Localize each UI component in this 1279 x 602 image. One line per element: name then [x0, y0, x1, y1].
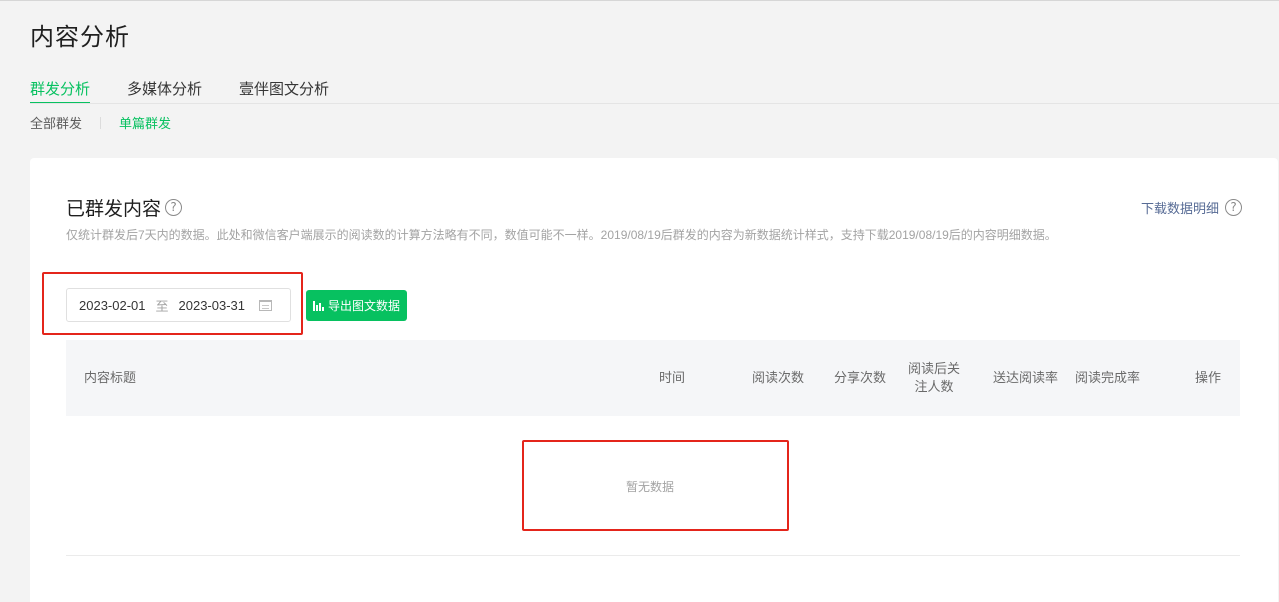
question-circle-icon[interactable]: ? [1225, 199, 1242, 216]
tab-mass-send-analysis[interactable]: 群发分析 [30, 78, 91, 104]
stats-note: 仅统计群发后7天内的数据。此处和微信客户端展示的阅读数的计算方法略有不同，数值可… [66, 228, 1057, 242]
tabs-divider [30, 103, 1279, 104]
subtab-divider [100, 116, 102, 129]
date-separator: 至 [155, 298, 169, 314]
tab-yiban-article-analysis[interactable]: 壹伴图文分析 [239, 78, 329, 104]
bar-chart-icon [312, 300, 325, 311]
column-header-time: 时间 [659, 370, 686, 385]
table-bottom-border [66, 555, 1240, 556]
export-article-data-button[interactable]: 导出图文数据 [306, 290, 407, 321]
start-date: 2023-02-01 [79, 297, 146, 313]
column-header-delivery-read-rate: 送达阅读率 [993, 370, 1059, 385]
date-range-picker[interactable]: 2023-02-01 至 2023-03-31 [66, 288, 291, 322]
column-header-actions: 操作 [1195, 370, 1222, 385]
section-header: 已群发内容 ? [66, 194, 183, 221]
column-header-follow-after-read: 阅读后关注人数 [907, 361, 960, 394]
main-tabs: 群发分析 多媒体分析 壹伴图文分析 [30, 78, 366, 104]
subtab-all-mass-send[interactable]: 全部群发 [30, 113, 82, 132]
column-header-read-count: 阅读次数 [752, 370, 805, 385]
column-header-read-completion-rate: 阅读完成率 [1075, 370, 1141, 385]
empty-state-text: 暂无数据 [625, 480, 674, 494]
table-header: 内容标题 时间 阅读次数 分享次数 阅读后关注人数 送达阅读率 阅读完成率 操作 [66, 340, 1240, 416]
question-circle-icon[interactable]: ? [165, 199, 183, 216]
content-card: 已群发内容 ? 下载数据明细 ? 仅统计群发后7天内的数据。此处和微信客户端展示… [30, 158, 1278, 602]
calendar-icon [259, 299, 273, 311]
section-title: 已群发内容 [66, 199, 162, 220]
column-header-title: 内容标题 [84, 370, 137, 385]
subtab-single-mass-send[interactable]: 单篇群发 [119, 113, 171, 132]
end-date: 2023-03-31 [178, 297, 246, 313]
download-details-link[interactable]: 下载数据明细 ? [1141, 198, 1242, 217]
page-title: 内容分析 [30, 24, 130, 51]
download-details-label: 下载数据明细 [1140, 201, 1219, 216]
sub-tabs: 全部群发 单篇群发 [30, 113, 171, 132]
export-button-label: 导出图文数据 [327, 299, 400, 313]
tab-multimedia-analysis[interactable]: 多媒体分析 [127, 78, 202, 104]
top-border [0, 0, 1279, 1]
column-header-share-count: 分享次数 [834, 370, 887, 385]
